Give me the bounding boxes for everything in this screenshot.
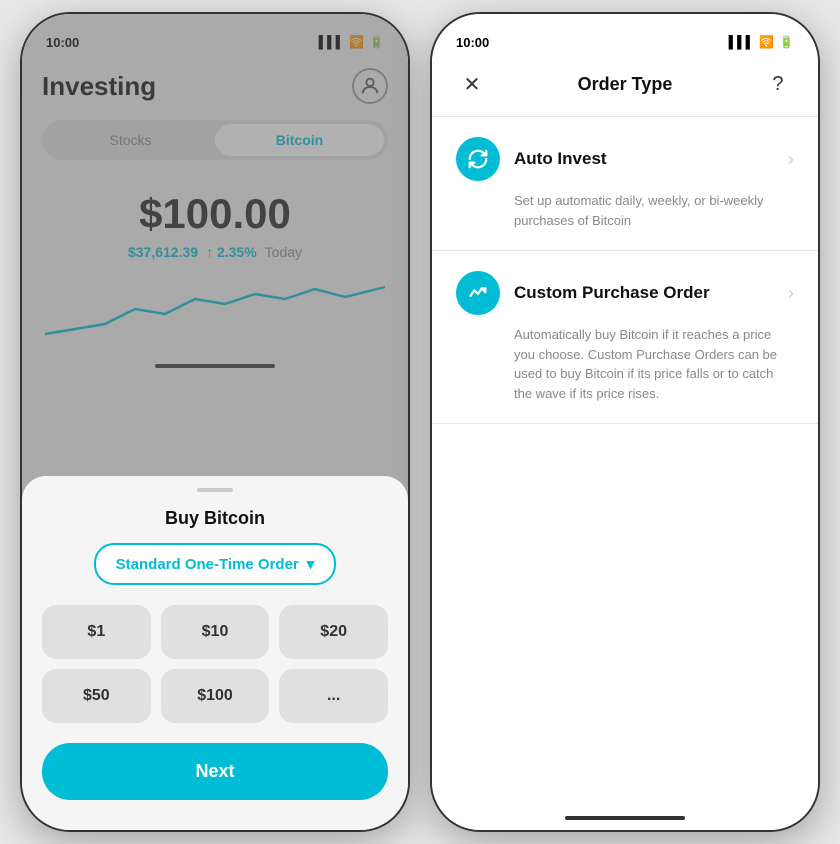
custom-purchase-top: Custom Purchase Order ›	[456, 271, 794, 315]
amount-more[interactable]: ...	[279, 669, 388, 723]
wifi-icon-right: 🛜	[759, 35, 774, 49]
amount-20[interactable]: $20	[279, 605, 388, 659]
auto-invest-left: Auto Invest	[456, 137, 607, 181]
order-header-title: Order Type	[578, 74, 673, 95]
order-type-chevron: ▾	[307, 555, 315, 573]
battery-icon-right: 🔋	[779, 35, 794, 49]
auto-invest-desc: Set up automatic daily, weekly, or bi-we…	[456, 191, 794, 230]
signal-icon-right: ▌▌▌	[729, 35, 755, 49]
auto-invest-chevron: ›	[788, 149, 794, 170]
custom-purchase-name: Custom Purchase Order	[514, 283, 710, 303]
left-phone: 10:00 ▌▌▌ 🛜 🔋 Investing Stocks Bitcoin	[20, 12, 410, 832]
bottom-sheet: Buy Bitcoin Standard One-Time Order ▾ $1…	[22, 476, 408, 830]
time-right: 10:00	[456, 35, 489, 50]
order-header: ✕ Order Type ?	[432, 58, 818, 117]
auto-invest-top: Auto Invest ›	[456, 137, 794, 181]
order-type-button[interactable]: Standard One-Time Order ▾	[94, 543, 337, 585]
auto-invest-name: Auto Invest	[514, 149, 607, 169]
custom-purchase-item[interactable]: Custom Purchase Order › Automatically bu…	[432, 251, 818, 424]
amount-50[interactable]: $50	[42, 669, 151, 723]
order-screen: 10:00 ▌▌▌ 🛜 🔋 ✕ Order Type ?	[432, 14, 818, 830]
right-phone: 10:00 ▌▌▌ 🛜 🔋 ✕ Order Type ?	[430, 12, 820, 832]
status-icons-right: ▌▌▌ 🛜 🔋	[729, 35, 794, 49]
custom-purchase-icon	[456, 271, 500, 315]
amount-grid: $1 $10 $20 $50 $100 ...	[42, 605, 388, 723]
sheet-title: Buy Bitcoin	[42, 508, 388, 529]
status-bar-right: 10:00 ▌▌▌ 🛜 🔋	[432, 14, 818, 58]
amount-1[interactable]: $1	[42, 605, 151, 659]
custom-purchase-chevron: ›	[788, 283, 794, 304]
auto-invest-icon	[456, 137, 500, 181]
custom-purchase-desc: Automatically buy Bitcoin if it reaches …	[456, 325, 794, 403]
amount-10[interactable]: $10	[161, 605, 270, 659]
next-button[interactable]: Next	[42, 743, 388, 800]
auto-invest-item[interactable]: Auto Invest › Set up automatic daily, we…	[432, 117, 818, 251]
home-indicator-right	[565, 816, 685, 820]
home-screen: 10:00 ▌▌▌ 🛜 🔋 Investing Stocks Bitcoin	[22, 14, 408, 830]
sheet-handle	[197, 488, 233, 492]
close-button[interactable]: ✕	[456, 68, 488, 100]
help-button[interactable]: ?	[762, 68, 794, 100]
order-type-label: Standard One-Time Order	[116, 556, 299, 573]
amount-100[interactable]: $100	[161, 669, 270, 723]
custom-purchase-left: Custom Purchase Order	[456, 271, 710, 315]
